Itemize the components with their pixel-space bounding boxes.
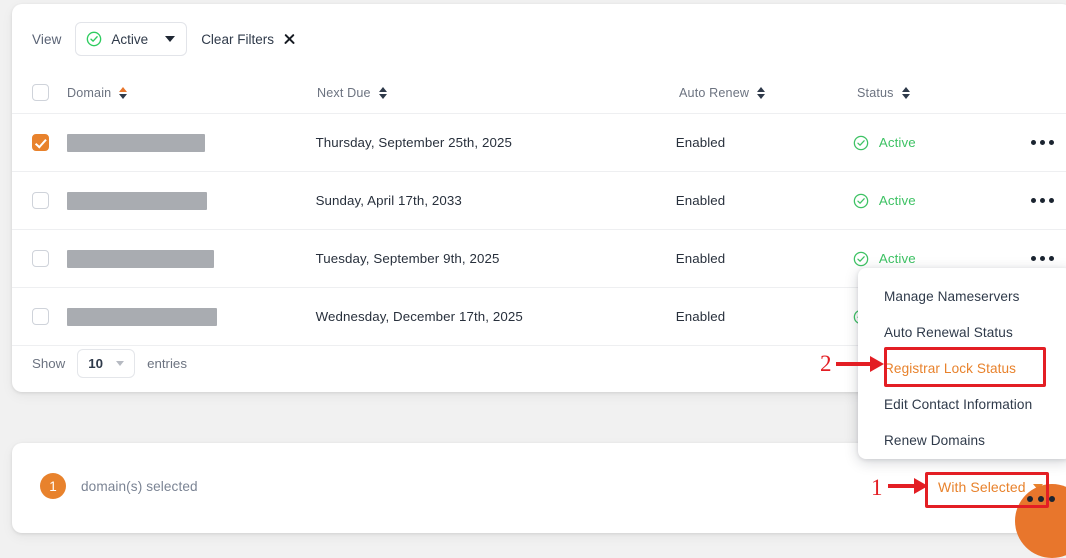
entries-per-page-select[interactable]: 10 — [77, 349, 136, 378]
table-row: Thursday, September 25th, 2025 Enabled A… — [12, 114, 1066, 172]
sort-icon — [757, 86, 766, 100]
auto-renew-value: Enabled — [675, 308, 726, 324]
column-header-domain[interactable]: Domain — [67, 85, 128, 100]
auto-renew-value: Enabled — [675, 134, 726, 150]
sort-icon — [378, 86, 387, 100]
status-badge: Active — [853, 251, 1027, 267]
chevron-down-icon — [165, 36, 176, 42]
with-selected-label: With Selected — [938, 479, 1026, 495]
selection-summary: 1 domain(s) selected — [40, 473, 198, 499]
row-actions-menu-button[interactable] — [1027, 134, 1058, 151]
close-icon — [283, 33, 296, 46]
next-due-value: Sunday, April 17th, 2033 — [315, 192, 462, 208]
chevron-down-icon — [116, 361, 125, 366]
check-circle-icon — [87, 31, 102, 47]
table-row: Sunday, April 17th, 2033 Enabled Active — [12, 172, 1066, 230]
with-selected-dropdown-menu: Manage Nameservers Auto Renewal Status R… — [858, 268, 1066, 459]
column-header-auto-renew-label: Auto Renew — [679, 85, 750, 100]
selected-count-badge: 1 — [40, 473, 66, 499]
chat-dots-icon — [1027, 496, 1055, 502]
menu-item-renew-domains[interactable]: Renew Domains — [858, 422, 1066, 458]
row-checkbox[interactable] — [32, 308, 49, 325]
check-circle-icon — [853, 193, 869, 208]
redacted-domain-name — [67, 133, 205, 152]
view-filter-value: Active — [111, 31, 149, 47]
check-circle-icon — [853, 135, 869, 150]
row-actions-menu-button[interactable] — [1027, 192, 1058, 209]
auto-renew-value: Enabled — [675, 192, 726, 208]
show-label: Show — [32, 356, 66, 371]
next-due-value: Tuesday, September 9th, 2025 — [315, 250, 500, 266]
sort-icon — [901, 86, 910, 100]
annotation-arrow-1 — [888, 478, 928, 494]
entries-label: entries — [147, 356, 187, 371]
select-all-checkbox[interactable] — [32, 84, 49, 101]
menu-item-registrar-lock-status[interactable]: Registrar Lock Status — [858, 350, 1066, 386]
clear-filters-button[interactable]: Clear Filters — [201, 32, 296, 47]
next-due-value: Wednesday, December 17th, 2025 — [315, 308, 523, 324]
column-header-domain-label: Domain — [67, 85, 112, 100]
annotation-arrow-2 — [836, 356, 884, 372]
column-header-auto-renew[interactable]: Auto Renew — [679, 86, 857, 100]
column-header-next-due-label: Next Due — [317, 85, 371, 100]
column-header-next-due[interactable]: Next Due — [317, 86, 679, 100]
status-badge: Active — [853, 135, 1027, 151]
row-checkbox[interactable] — [32, 192, 49, 209]
redacted-domain-name — [67, 307, 217, 326]
sort-icon — [119, 86, 128, 100]
selected-count-label: domain(s) selected — [81, 478, 198, 494]
view-label: View — [32, 31, 62, 47]
menu-item-edit-contact-information[interactable]: Edit Contact Information — [858, 386, 1066, 422]
row-checkbox[interactable] — [32, 134, 49, 151]
column-header-status-label: Status — [857, 85, 894, 100]
column-header-status[interactable]: Status — [857, 86, 1032, 100]
row-actions-menu-button[interactable] — [1027, 250, 1058, 267]
annotation-step-1-number: 1 — [871, 475, 883, 500]
page-background: View Active Clear Filters Domain Next Du… — [0, 0, 1066, 558]
auto-renew-value: Enabled — [675, 250, 726, 266]
status-label: Active — [878, 193, 916, 208]
clear-filters-label: Clear Filters — [201, 31, 274, 47]
redacted-domain-name — [67, 249, 214, 268]
status-label: Active — [878, 135, 916, 150]
status-badge: Active — [853, 193, 1027, 209]
row-checkbox[interactable] — [32, 250, 49, 267]
chat-support-widget[interactable] — [1015, 484, 1066, 558]
entries-per-page-value: 10 — [88, 356, 104, 371]
check-circle-icon — [853, 251, 869, 266]
menu-item-auto-renewal-status[interactable]: Auto Renewal Status — [858, 314, 1066, 350]
table-header-row: Domain Next Due Auto Renew Status — [12, 72, 1066, 114]
menu-item-manage-nameservers[interactable]: Manage Nameservers — [858, 278, 1066, 314]
filter-bar: View Active Clear Filters — [32, 22, 296, 56]
status-label: Active — [878, 251, 916, 266]
redacted-domain-name — [67, 191, 207, 210]
annotation-step-2-number: 2 — [820, 351, 832, 376]
view-filter-dropdown[interactable]: Active — [75, 22, 188, 56]
next-due-value: Thursday, September 25th, 2025 — [315, 134, 512, 150]
show-entries-control: Show 10 entries — [32, 349, 187, 378]
